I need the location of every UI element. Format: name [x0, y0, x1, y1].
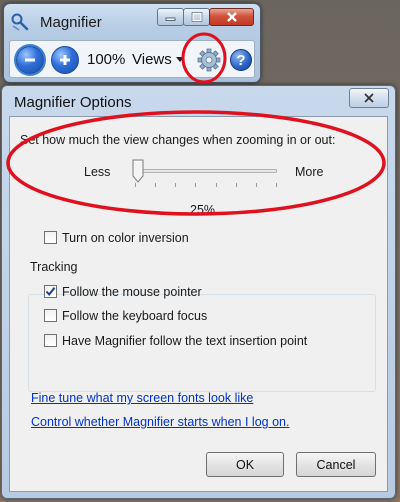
cancel-button[interactable]: Cancel: [296, 452, 376, 477]
startup-settings-link[interactable]: Control whether Magnifier starts when I …: [31, 415, 289, 429]
follow-keyboard-checkbox[interactable]: [44, 309, 57, 322]
magnifier-options-dialog: Magnifier Options Set how much the view …: [1, 85, 396, 499]
dialog-body: Set how much the view changes when zoomi…: [9, 116, 388, 492]
slider-thumb[interactable]: [132, 159, 144, 183]
views-dropdown[interactable]: Views: [132, 51, 184, 68]
gear-icon[interactable]: [196, 47, 222, 73]
follow-mouse-checkbox[interactable]: [44, 285, 57, 298]
screen-fonts-link[interactable]: Fine tune what my screen fonts look like: [31, 391, 253, 405]
slider-ticks: [135, 183, 277, 187]
magnifier-toolbar: 100% Views ?: [9, 40, 255, 78]
magnifier-title: Magnifier: [40, 13, 102, 31]
slider-max-label: More: [295, 165, 324, 179]
zoom-increment-prompt: Set how much the view changes when zoomi…: [20, 133, 336, 147]
follow-keyboard-label: Follow the keyboard focus: [62, 309, 208, 323]
checkmark-icon: [45, 287, 56, 297]
magnifier-window: Magnifier 100% Views ?: [3, 3, 261, 83]
close-button[interactable]: [209, 8, 254, 26]
color-inversion-checkbox[interactable]: [44, 231, 57, 244]
maximize-button[interactable]: [183, 8, 210, 26]
window-caption-buttons: [157, 8, 254, 26]
close-icon: [226, 12, 237, 22]
minimize-icon: [165, 17, 176, 21]
slider-value: 25%: [190, 203, 216, 217]
zoom-out-button[interactable]: [16, 46, 44, 74]
magnifier-app-icon: [11, 13, 29, 31]
views-label: Views: [132, 51, 172, 68]
follow-mouse-label: Follow the mouse pointer: [62, 285, 202, 299]
maximize-icon: [191, 12, 202, 22]
minimize-button[interactable]: [157, 8, 184, 26]
slider-min-label: Less: [84, 165, 111, 179]
follow-text-cursor-checkbox[interactable]: [44, 334, 57, 347]
dialog-close-button[interactable]: [349, 88, 389, 108]
tracking-group-title: Tracking: [30, 260, 78, 274]
minus-icon: [25, 58, 35, 62]
plus-icon: [60, 55, 70, 65]
zoom-increment-slider[interactable]: [135, 169, 277, 173]
color-inversion-label: Turn on color inversion: [62, 231, 189, 245]
zoom-level: 100%: [87, 51, 126, 68]
dialog-title: Magnifier Options: [14, 94, 132, 111]
zoom-in-button[interactable]: [51, 46, 79, 74]
dropdown-arrow-icon: [175, 57, 184, 62]
close-icon: [364, 93, 374, 103]
help-icon: ?: [236, 51, 246, 69]
ok-button[interactable]: OK: [206, 452, 284, 477]
magnifier-titlebar: Magnifier: [10, 11, 102, 33]
follow-text-cursor-label: Have Magnifier follow the text insertion…: [62, 334, 308, 348]
help-button[interactable]: ?: [230, 49, 252, 71]
